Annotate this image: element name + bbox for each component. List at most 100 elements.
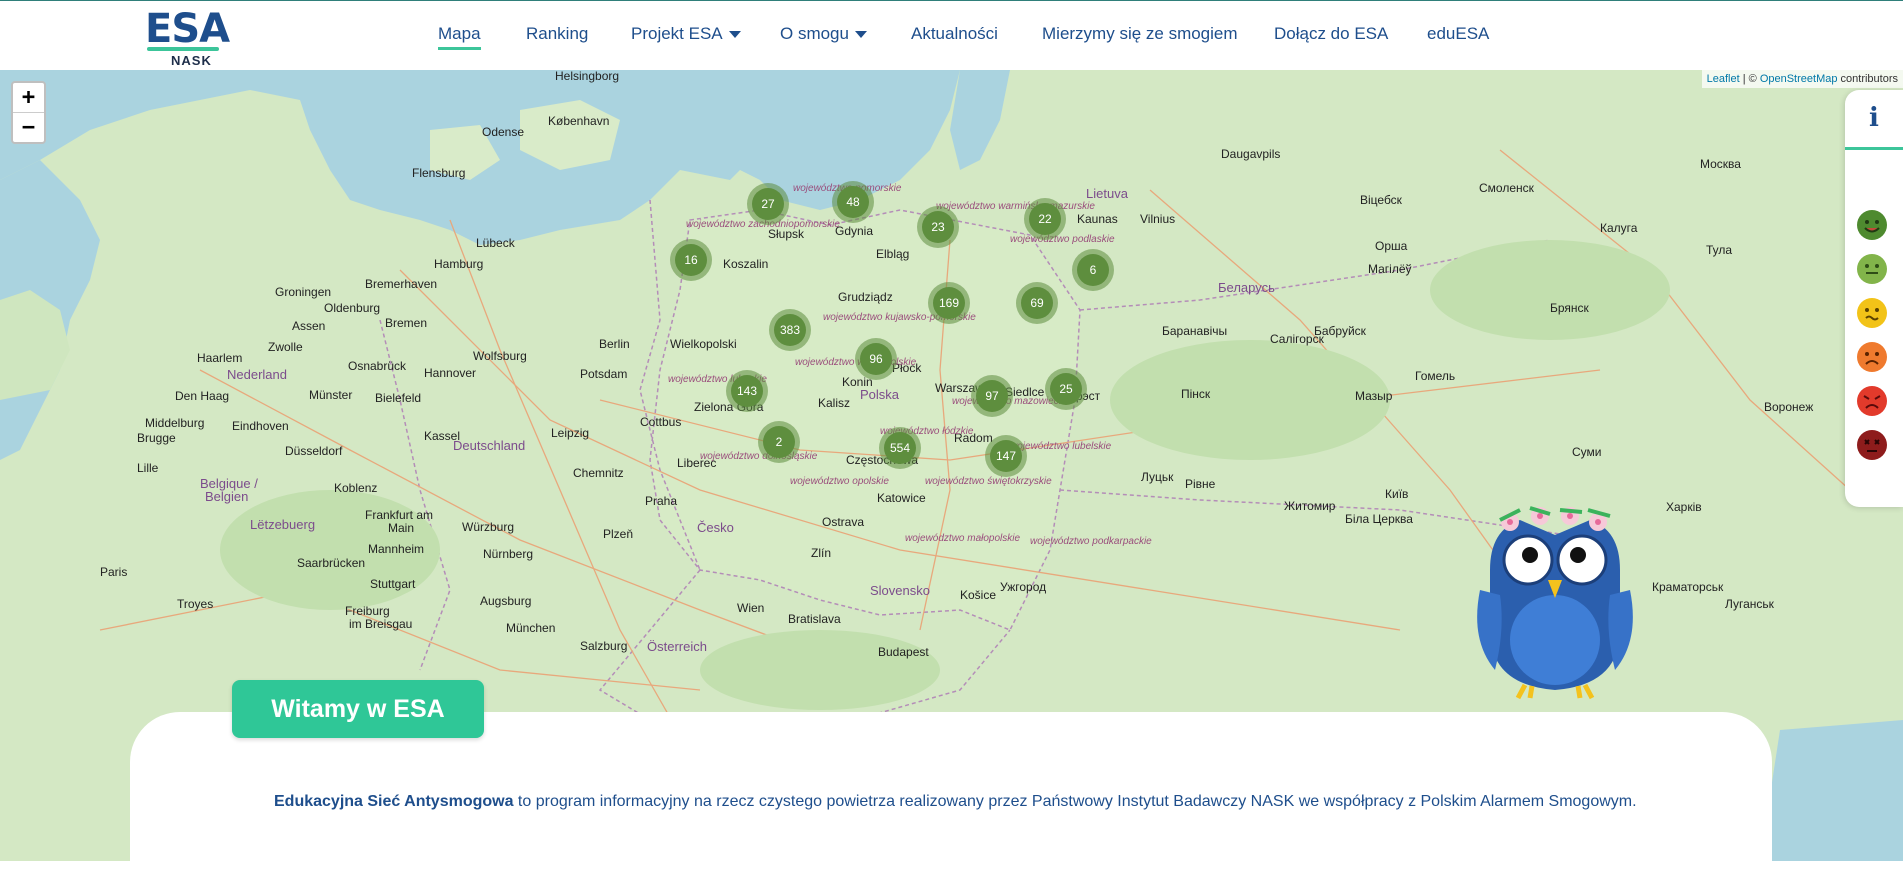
map-label-flensburg: Flensburg	[412, 166, 466, 180]
map-label-middelburg: Middelburg	[145, 416, 205, 430]
map-label-odense: Odense	[482, 125, 525, 139]
zoom-in-button[interactable]: +	[13, 83, 44, 112]
nav-item-dolacz[interactable]: Dołącz do ESA	[1274, 23, 1388, 45]
cluster-count: 69	[1021, 287, 1053, 319]
map-label-wielkopolski: Wielkopolski	[670, 337, 737, 351]
map-label-kobenhavn: København	[548, 114, 610, 128]
sensor-cluster-marker[interactable]: 96	[855, 338, 897, 380]
map-label-bremerhaven: Bremerhaven	[365, 277, 438, 291]
map-label-grudziadz: Grudziądz	[838, 290, 893, 304]
sensor-cluster-marker[interactable]: 147	[985, 435, 1027, 477]
map-label-tula: Тула	[1706, 243, 1733, 257]
bad-face-icon	[1857, 386, 1887, 416]
welcome-heading: Witamy w ESA	[232, 680, 484, 738]
map-label-luhansk: Луганськ	[1725, 597, 1774, 611]
sufficient-face-icon	[1857, 342, 1887, 372]
cluster-count: 16	[675, 244, 707, 276]
sensor-cluster-marker[interactable]: 27	[747, 183, 789, 225]
nav-item-mierzymy[interactable]: Mierzymy się ze smogiem	[1042, 23, 1238, 45]
map-label-osterreich: Österreich	[647, 639, 707, 654]
map-label-saarbrucken: Saarbrücken	[297, 556, 366, 570]
sensor-cluster-marker[interactable]: 2	[758, 421, 800, 463]
map-label-cesko: Česko	[697, 520, 734, 535]
map-label-mahilyou: Магілёў	[1368, 262, 1412, 276]
map-label-belgien: Belgien	[205, 489, 249, 504]
map-label-slovensko: Slovensko	[870, 583, 930, 598]
very-good-face-icon	[1857, 210, 1887, 240]
good-face-icon	[1857, 254, 1887, 284]
map-label-stuttgart: Stuttgart	[370, 577, 416, 591]
map-label-lille: Lille	[137, 461, 159, 475]
sensor-cluster-marker[interactable]: 25	[1045, 368, 1087, 410]
very-bad-face-icon	[1857, 430, 1887, 460]
sensor-cluster-marker[interactable]: 23	[917, 206, 959, 248]
map-label-lietuva: Lietuva	[1086, 186, 1128, 201]
map-label-gdynia: Gdynia	[835, 224, 874, 238]
leaflet-link[interactable]: Leaflet	[1707, 73, 1740, 85]
esa-nask-logo[interactable]: ESA NASK	[145, 7, 230, 68]
map-label-elblag: Elbląg	[876, 247, 910, 261]
osm-link[interactable]: OpenStreetMap	[1760, 73, 1838, 85]
sensor-cluster-marker[interactable]: 6	[1072, 249, 1114, 291]
cluster-count: 554	[884, 432, 916, 464]
map-label-augsburg: Augsburg	[480, 594, 532, 608]
map-label-wolfsburg: Wolfsburg	[473, 349, 527, 363]
sensor-cluster-marker[interactable]: 22	[1024, 198, 1066, 240]
attribution-suffix: contributors	[1837, 73, 1898, 85]
intro-paragraph: Edukacyjna Sieć Antysmogowa to program i…	[274, 793, 1637, 811]
caret-down-icon	[728, 31, 741, 39]
map-label-kaluga: Калуга	[1600, 221, 1638, 235]
info-icon[interactable]: i	[1845, 90, 1903, 150]
sensor-cluster-marker[interactable]: 169	[928, 282, 970, 324]
sensor-cluster-marker[interactable]: 383	[769, 309, 811, 351]
sensor-cluster-marker[interactable]: 143	[726, 370, 768, 412]
map-label-pilsen: Plzeň	[603, 527, 634, 541]
map-label-denhaag: Den Haag	[175, 389, 230, 403]
map-label-zhytomyr: Житомир	[1284, 499, 1336, 513]
sensor-cluster-marker[interactable]: 69	[1016, 282, 1058, 324]
cluster-count: 48	[837, 186, 869, 218]
map-label-koblenz: Koblenz	[334, 481, 378, 495]
map-label-moskva: Москва	[1700, 157, 1741, 171]
nav-item-mapa[interactable]: Mapa	[438, 23, 481, 50]
nav-item-aktualnosci[interactable]: Aktualności	[911, 23, 998, 45]
cluster-count: 147	[990, 440, 1022, 472]
cluster-count: 23	[922, 211, 954, 243]
map-label-helsingborg: Helsingborg	[555, 70, 620, 83]
map-label-sumy: Суми	[1572, 445, 1602, 459]
sensor-cluster-marker[interactable]: 554	[879, 427, 921, 469]
map-label-bratislava: Bratislava	[788, 612, 841, 626]
map-label-troyes: Troyes	[177, 597, 214, 611]
region-label-warminsko-mazurskie: województwo warmińsko-mazurskie	[936, 201, 1095, 212]
nav-item-eduesa[interactable]: eduESA	[1427, 23, 1489, 45]
map-label-zlin: Zlín	[811, 546, 832, 560]
map-label-oldenburg: Oldenburg	[324, 301, 381, 315]
nav-item-ranking[interactable]: Ranking	[526, 23, 588, 45]
zoom-control: + −	[11, 81, 46, 144]
region-label-opolskie: województwo opolskie	[790, 476, 889, 487]
nav-item-o-smogu-label: O smogu	[780, 24, 849, 43]
zoom-out-button[interactable]: −	[13, 112, 44, 142]
map-label-berlin: Berlin	[599, 337, 630, 351]
map-label-rivne: Рівне	[1185, 477, 1216, 491]
map-label-praha: Praha	[645, 494, 678, 508]
map-label-mazyr: Мазыр	[1355, 389, 1393, 403]
attribution-separator: | ©	[1739, 73, 1760, 85]
map-label-belarus: Беларусь	[1218, 280, 1275, 295]
sensor-cluster-marker[interactable]: 16	[670, 239, 712, 281]
sensor-cluster-marker[interactable]: 48	[832, 181, 874, 223]
map-label-polska: Polska	[860, 387, 900, 402]
map-label-dusseldorf: Düsseldorf	[285, 444, 343, 458]
map-label-groningen: Groningen	[275, 285, 332, 299]
map-label-pinsk: Пінск	[1181, 387, 1211, 401]
site-header: ESA NASK Mapa Ranking Projekt ESA O smog…	[0, 0, 1903, 70]
map-label-letzebuerg: Lëtzebuerg	[250, 517, 316, 532]
map-label-paris: Paris	[100, 565, 128, 579]
map-side-panel: i	[1845, 90, 1903, 507]
nav-item-projekt-esa[interactable]: Projekt ESA	[631, 23, 741, 45]
sensor-cluster-marker[interactable]: 97	[971, 375, 1013, 417]
map-label-hannover: Hannover	[424, 366, 477, 380]
map-label-daugavpils: Daugavpils	[1221, 147, 1281, 161]
nav-item-o-smogu[interactable]: O smogu	[780, 23, 867, 45]
map-label-nederland: Nederland	[227, 367, 287, 382]
